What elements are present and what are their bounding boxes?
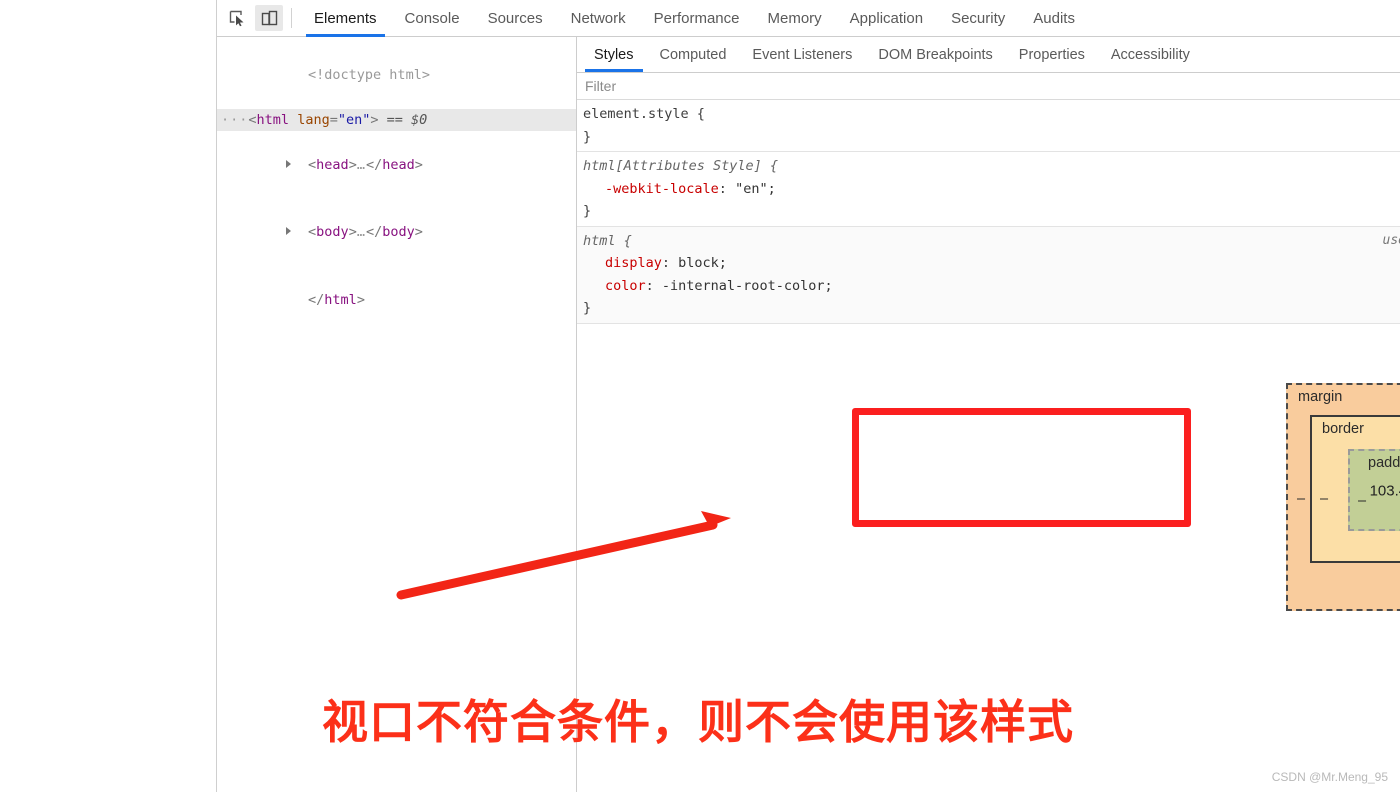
tab-accessibility-label: Accessibility xyxy=(1110,46,1190,63)
tab-security-label: Security xyxy=(951,9,1006,27)
tab-console-label: Console xyxy=(404,9,460,27)
tab-computed[interactable]: Computed xyxy=(647,37,740,72)
declaration-value[interactable]: "en"; xyxy=(735,181,776,197)
rule-close-brace: } xyxy=(583,300,592,316)
doctype-text: <!doctype html> xyxy=(308,66,430,83)
tab-application[interactable]: Application xyxy=(836,0,937,37)
tab-audits[interactable]: Audits xyxy=(1019,0,1089,37)
tab-performance-label: Performance xyxy=(653,9,740,27)
rule-close-brace: } xyxy=(583,128,592,145)
device-toolbar-glyph xyxy=(261,10,277,25)
dom-row-doctype[interactable]: <!doctype html> xyxy=(217,41,576,109)
tab-properties-label: Properties xyxy=(1018,46,1085,63)
toolbar-divider xyxy=(291,8,292,28)
dom-row-html-selected[interactable]: ···<html lang="en"> == $0 xyxy=(217,108,576,131)
content-size-value: 103.448 × 7.996 xyxy=(1369,482,1400,500)
css-rule-html-ua[interactable]: html { display: block; color: -internal-… xyxy=(577,226,1400,324)
annotation-caption: 视口不符合条件，则不会使用该样式 xyxy=(322,695,1074,749)
tab-elements-label: Elements xyxy=(314,9,377,27)
expand-triangle-icon[interactable] xyxy=(286,159,292,168)
tab-audits-label: Audits xyxy=(1033,9,1075,27)
border-label: border xyxy=(1322,421,1364,437)
padding-left-value[interactable]: – xyxy=(1358,493,1366,509)
tab-sources[interactable]: Sources xyxy=(474,0,557,37)
device-toolbar-icon[interactable] xyxy=(255,5,283,31)
lang-attr-name: lang xyxy=(297,111,330,128)
tab-elements[interactable]: Elements xyxy=(300,0,391,37)
web-page-content-area xyxy=(0,0,216,792)
margin-label: margin xyxy=(1298,389,1343,405)
tab-event-listeners-label: Event Listeners xyxy=(752,46,853,63)
dom-row-head[interactable]: <head>…</head> xyxy=(217,131,576,199)
styles-sidebar-tabs: Styles Computed Event Listeners DOM Brea… xyxy=(577,37,1400,73)
devtools-body: <!doctype html> ···<html lang="en"> == $… xyxy=(217,37,1400,792)
tab-dom-breakpoints[interactable]: DOM Breakpoints xyxy=(865,37,1005,72)
tab-sources-label: Sources xyxy=(487,9,543,27)
rule-selector: html[Attributes Style] { xyxy=(583,158,779,174)
selected-node-marker: == $0 xyxy=(386,111,428,128)
devtools-panel-tabs: Elements Console Sources Network Perform… xyxy=(300,0,1089,37)
tab-accessibility[interactable]: Accessibility xyxy=(1098,37,1203,72)
padding-label: padding xyxy=(1368,455,1400,471)
tab-memory-label: Memory xyxy=(767,9,822,27)
declaration-property[interactable]: -webkit-locale xyxy=(605,181,719,197)
declaration-property[interactable]: color xyxy=(605,278,646,294)
devtools-window: Elements Console Sources Network Perform… xyxy=(216,0,1400,792)
tab-memory[interactable]: Memory xyxy=(754,0,836,37)
lang-attr-value: "en" xyxy=(337,111,371,128)
box-model-diagram: margin – – – – border – – – – padding – … xyxy=(1286,383,1400,611)
margin-left-value[interactable]: – xyxy=(1297,491,1305,507)
tab-application-label: Application xyxy=(849,9,924,27)
declaration-value[interactable]: -internal-root-color; xyxy=(662,278,833,294)
tab-network-label: Network xyxy=(570,9,626,27)
dom-row-body[interactable]: <body>…</body> xyxy=(217,199,576,267)
tab-security[interactable]: Security xyxy=(937,0,1019,37)
rule-selector: html { xyxy=(583,232,632,249)
declaration-property[interactable]: display xyxy=(605,255,662,271)
tab-dom-breakpoints-label: DOM Breakpoints xyxy=(878,46,993,63)
collapse-ellipsis: ··· xyxy=(221,111,249,128)
dom-tree-pane: <!doctype html> ···<html lang="en"> == $… xyxy=(217,37,577,792)
tab-properties[interactable]: Properties xyxy=(1006,37,1098,72)
devtools-toolbar: Elements Console Sources Network Perform… xyxy=(217,0,1400,37)
declaration-value[interactable]: block; xyxy=(678,255,727,271)
dom-row-html-close[interactable]: </html> xyxy=(217,266,576,334)
css-rule-attributes-style[interactable]: html[Attributes Style] { -webkit-locale:… xyxy=(577,152,1400,227)
rule-selector: element.style { xyxy=(583,106,705,122)
watermark-text: CSDN @Mr.Meng_95 xyxy=(1271,770,1388,784)
tab-performance[interactable]: Performance xyxy=(640,0,754,37)
stylesheet-origin-label: use xyxy=(1382,232,1400,248)
tab-console[interactable]: Console xyxy=(391,0,474,37)
tab-styles[interactable]: Styles xyxy=(581,37,647,72)
tab-styles-label: Styles xyxy=(594,46,634,63)
inspect-element-glyph xyxy=(229,10,243,26)
styles-pane: Styles Computed Event Listeners DOM Brea… xyxy=(577,37,1400,792)
expand-triangle-icon[interactable] xyxy=(286,227,292,235)
css-rule-element-style[interactable]: element.style { } xyxy=(577,100,1400,152)
border-left-value[interactable]: – xyxy=(1320,491,1328,507)
inspect-element-icon[interactable] xyxy=(223,5,251,31)
tab-network[interactable]: Network xyxy=(557,0,640,37)
tab-computed-label: Computed xyxy=(659,46,727,63)
rule-close-brace: } xyxy=(583,203,592,219)
html-tag-name: html xyxy=(256,111,290,128)
tab-event-listeners[interactable]: Event Listeners xyxy=(739,37,865,72)
filter-placeholder: Filter xyxy=(585,78,617,94)
styles-filter-input[interactable]: Filter xyxy=(577,73,1400,100)
